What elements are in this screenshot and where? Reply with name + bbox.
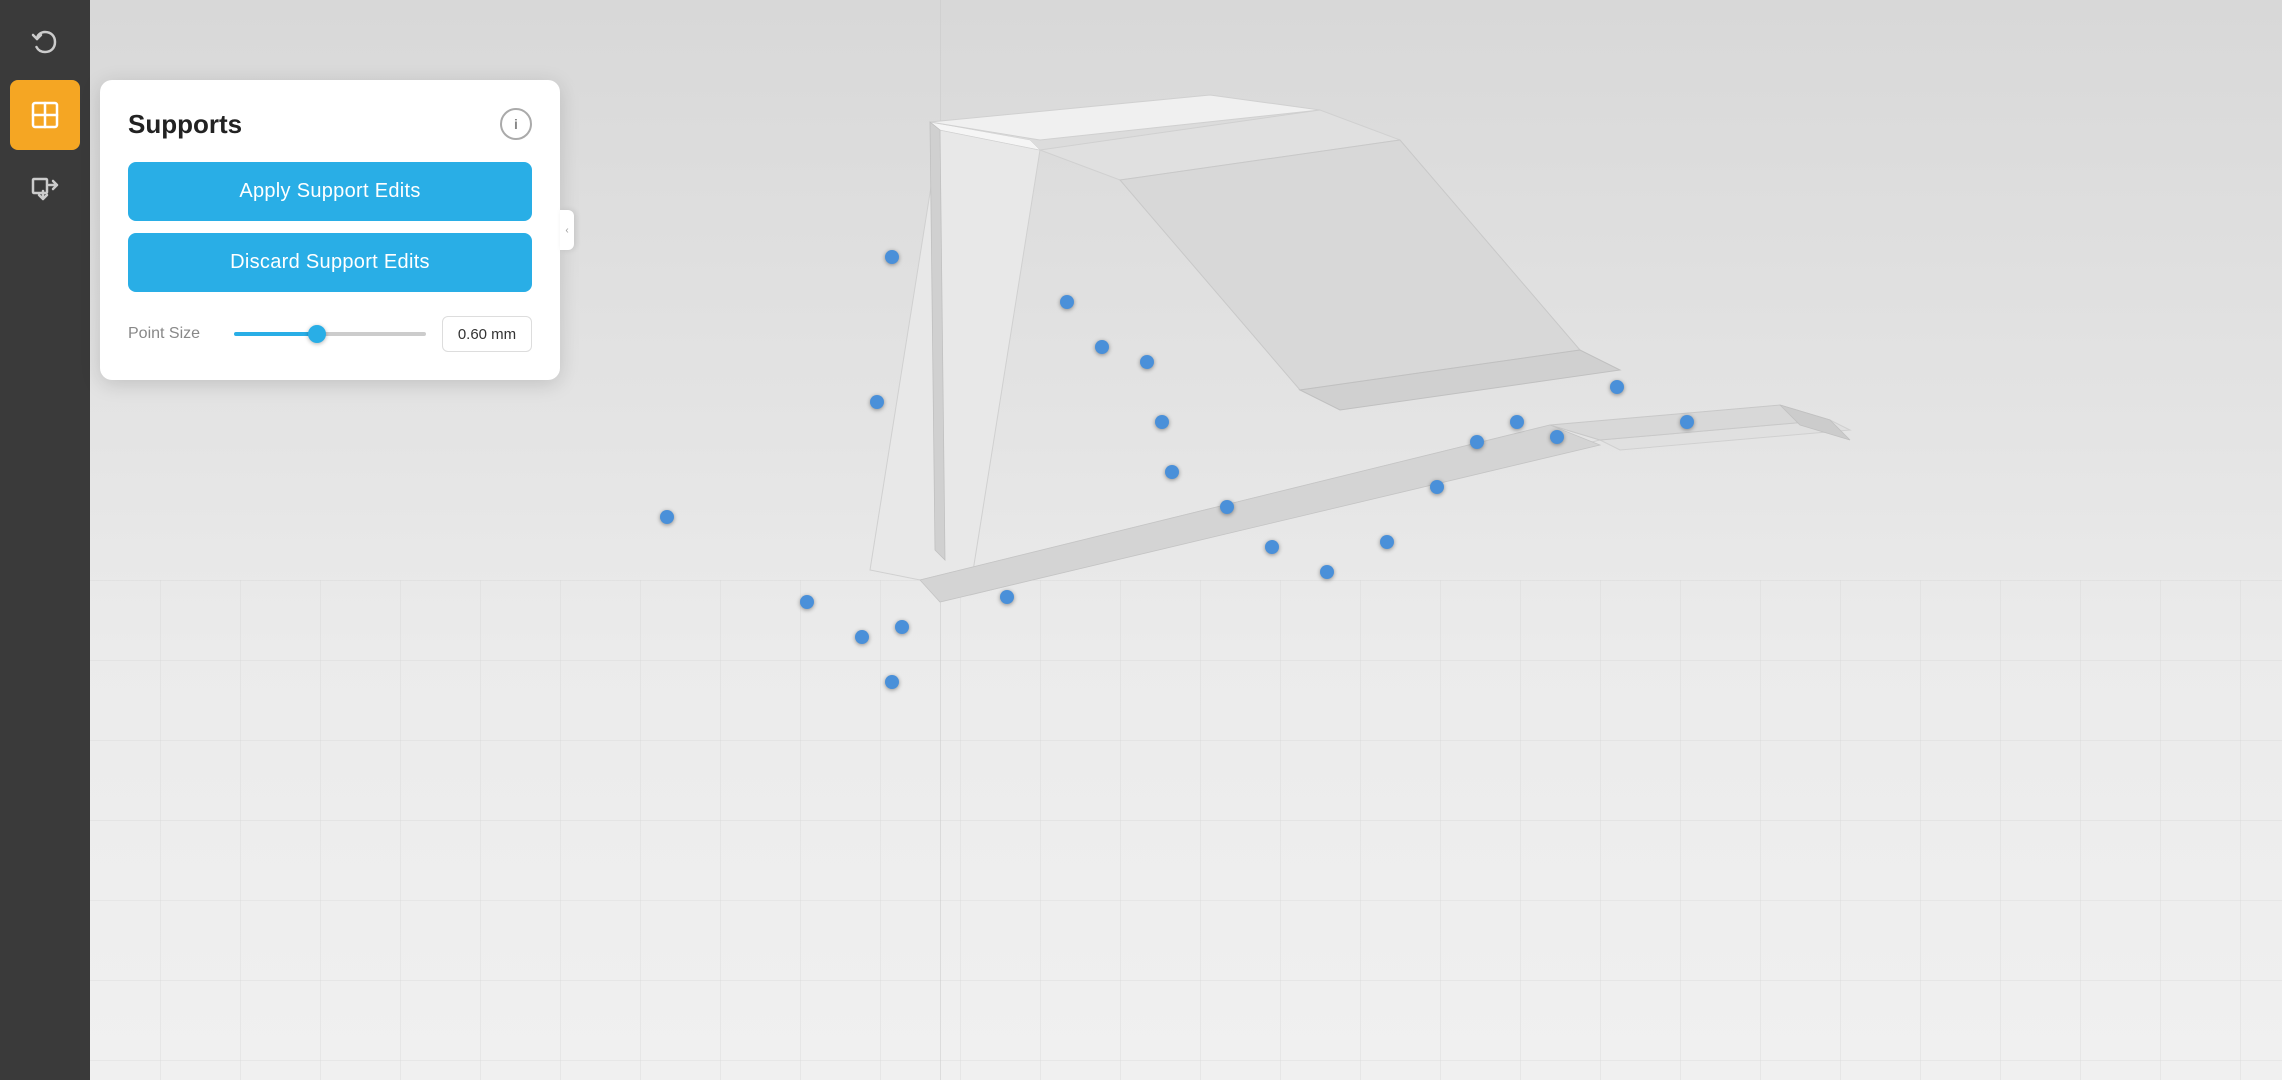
point-size-input[interactable] [442, 316, 532, 352]
point-size-row: Point Size [128, 316, 532, 352]
model-area [600, 0, 2282, 1080]
support-dot[interactable] [1510, 415, 1524, 429]
support-dot[interactable] [1165, 465, 1179, 479]
support-dot[interactable] [1320, 565, 1334, 579]
support-dot[interactable] [870, 395, 884, 409]
undo-icon [29, 27, 61, 59]
collapse-icon: ‹ [565, 225, 568, 236]
support-dot[interactable] [800, 595, 814, 609]
point-size-label: Point Size [128, 325, 218, 343]
support-dot[interactable] [1380, 535, 1394, 549]
support-dot[interactable] [1220, 500, 1234, 514]
support-dot[interactable] [885, 675, 899, 689]
panel-header: Supports i [128, 108, 532, 140]
support-dot[interactable] [1000, 590, 1014, 604]
support-dot[interactable] [1430, 480, 1444, 494]
move-icon [29, 171, 61, 203]
info-icon: i [514, 116, 518, 132]
support-dot[interactable] [1550, 430, 1564, 444]
support-dot[interactable] [1060, 295, 1074, 309]
move-button[interactable] [10, 152, 80, 222]
panel-collapse-arrow[interactable]: ‹ [560, 210, 574, 250]
discard-support-edits-button[interactable]: Discard Support Edits [128, 233, 532, 292]
support-dot[interactable] [1470, 435, 1484, 449]
support-dot[interactable] [885, 250, 899, 264]
slider-track [234, 332, 426, 336]
support-dot[interactable] [1140, 355, 1154, 369]
apply-support-edits-button[interactable]: Apply Support Edits [128, 162, 532, 221]
slider-thumb[interactable] [308, 325, 326, 343]
support-dot[interactable] [1095, 340, 1109, 354]
supports-button[interactable] [10, 80, 80, 150]
supports-icon [29, 99, 61, 131]
info-button[interactable]: i [500, 108, 532, 140]
support-dot[interactable] [855, 630, 869, 644]
support-dot[interactable] [1155, 415, 1169, 429]
support-dot[interactable] [660, 510, 674, 524]
undo-button[interactable] [10, 8, 80, 78]
support-dot[interactable] [1680, 415, 1694, 429]
support-dot[interactable] [895, 620, 909, 634]
supports-panel: Supports i Apply Support Edits Discard S… [100, 80, 560, 380]
support-dot[interactable] [1265, 540, 1279, 554]
model-svg [700, 50, 2100, 800]
point-size-slider[interactable] [234, 324, 426, 344]
panel-title: Supports [128, 109, 242, 140]
support-dot[interactable] [1610, 380, 1624, 394]
sidebar [0, 0, 90, 1080]
